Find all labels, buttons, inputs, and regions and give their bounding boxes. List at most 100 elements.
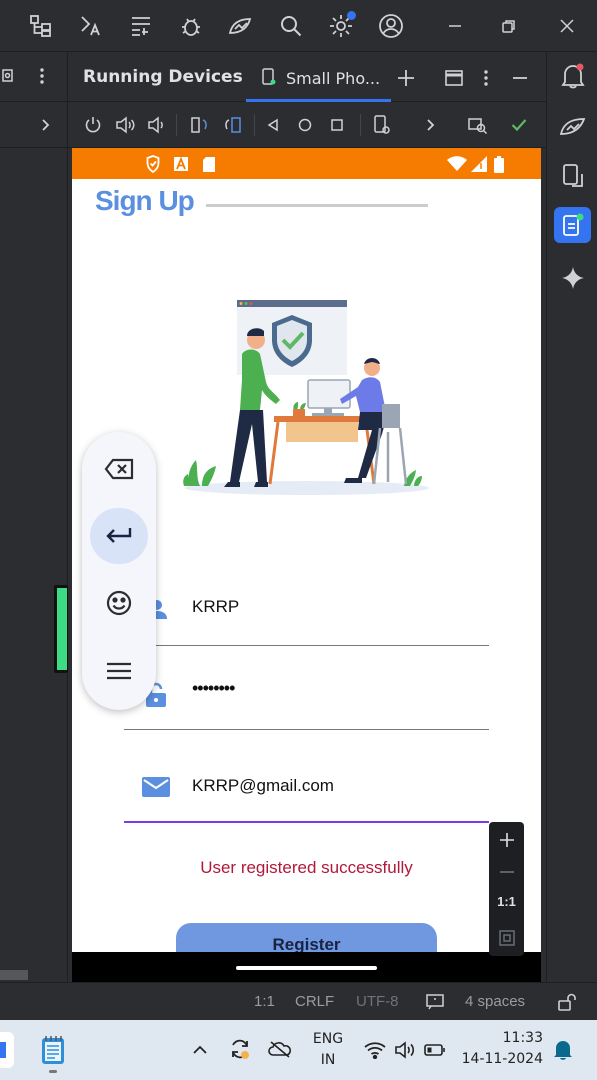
horizontal-scrollbar[interactable] bbox=[0, 970, 28, 980]
screen-search-icon[interactable] bbox=[466, 114, 490, 136]
android-a-status-icon bbox=[173, 155, 189, 173]
rotate-right-icon[interactable] bbox=[221, 114, 245, 136]
show-hidden-icons-chevron-icon[interactable] bbox=[188, 1038, 212, 1062]
left-tool-strip bbox=[0, 52, 68, 982]
battery-status-icon bbox=[492, 154, 506, 174]
device-tab-label: Small Pho... bbox=[286, 69, 381, 88]
account-icon[interactable] bbox=[376, 11, 406, 41]
floating-keyboard-toolbar bbox=[82, 432, 156, 710]
pin-icon[interactable] bbox=[0, 66, 16, 86]
debug-icon[interactable] bbox=[176, 11, 206, 41]
search-icon[interactable] bbox=[276, 11, 306, 41]
project-structure-icon[interactable] bbox=[26, 11, 56, 41]
running-devices-header: Running Devices Small Pho... bbox=[68, 52, 546, 102]
device-explorer-icon[interactable] bbox=[559, 162, 587, 190]
code-insight-icon[interactable] bbox=[424, 992, 446, 1012]
power-icon[interactable] bbox=[82, 114, 104, 136]
volume-up-icon[interactable] bbox=[113, 114, 137, 136]
line-ending[interactable]: CRLF bbox=[295, 983, 334, 1021]
keyboard-menu-icon[interactable] bbox=[102, 656, 136, 686]
backspace-icon[interactable] bbox=[102, 454, 136, 484]
partial-taskbar-app-icon[interactable] bbox=[0, 1032, 14, 1068]
language-indicator-top[interactable]: ENG bbox=[312, 1031, 344, 1047]
username-underline bbox=[124, 645, 489, 646]
password-field[interactable]: •••••••• bbox=[192, 678, 235, 699]
rotate-left-icon[interactable] bbox=[188, 114, 212, 136]
file-encoding[interactable]: UTF-8 bbox=[356, 983, 399, 1021]
clock-time[interactable]: 11:33 bbox=[460, 1030, 543, 1046]
ide-top-toolbar bbox=[0, 0, 597, 52]
settings-icon[interactable] bbox=[326, 11, 356, 41]
close-window-icon[interactable] bbox=[552, 11, 582, 41]
battery-icon[interactable] bbox=[423, 1038, 447, 1062]
app-quality-icon[interactable] bbox=[557, 112, 589, 140]
running-app-indicator bbox=[49, 1070, 57, 1073]
notepad-app-icon[interactable] bbox=[38, 1032, 68, 1068]
gesture-handle[interactable] bbox=[236, 966, 377, 970]
device-tab[interactable]: Small Pho... bbox=[246, 52, 391, 102]
device-settings-icon[interactable] bbox=[370, 114, 394, 136]
overview-nav-icon[interactable] bbox=[326, 114, 348, 136]
add-device-icon[interactable] bbox=[394, 66, 418, 90]
title-divider bbox=[206, 204, 428, 207]
onedrive-offline-icon[interactable] bbox=[267, 1036, 293, 1062]
panel-title: Running Devices bbox=[83, 67, 243, 87]
volume-icon[interactable] bbox=[393, 1038, 417, 1062]
register-button-label: Register bbox=[272, 935, 341, 952]
register-button[interactable]: Register bbox=[176, 923, 437, 952]
cell-signal-status-icon bbox=[470, 154, 490, 174]
right-tool-strip bbox=[546, 52, 597, 982]
running-devices-icon bbox=[560, 212, 586, 238]
profiler-icon[interactable] bbox=[226, 11, 256, 41]
unlock-icon[interactable] bbox=[556, 991, 578, 1013]
more-tools-chevron-icon[interactable] bbox=[420, 114, 442, 136]
emoji-icon[interactable] bbox=[102, 588, 136, 618]
volume-down-icon[interactable] bbox=[144, 114, 168, 136]
memory-indicator bbox=[54, 585, 68, 673]
zoom-in-icon[interactable] bbox=[489, 828, 524, 852]
language-indicator-bottom[interactable]: IN bbox=[312, 1052, 344, 1068]
zoom-actual-size[interactable]: 1:1 bbox=[489, 894, 524, 909]
more-options-icon[interactable] bbox=[30, 64, 54, 88]
panel-options-icon[interactable] bbox=[476, 66, 496, 90]
zoom-controls: 1:1 bbox=[489, 822, 524, 956]
android-status-bar bbox=[72, 148, 541, 179]
page-title: Sign Up bbox=[95, 185, 195, 216]
wifi-icon[interactable] bbox=[363, 1038, 387, 1062]
zoom-out-icon[interactable] bbox=[489, 860, 524, 884]
zoom-fit-icon[interactable] bbox=[489, 926, 524, 950]
back-nav-icon[interactable] bbox=[262, 114, 284, 136]
email-field[interactable]: KRRP@gmail.com bbox=[192, 776, 334, 796]
enter-icon bbox=[102, 522, 136, 550]
hide-panel-icon[interactable] bbox=[508, 66, 532, 90]
status-message: User registered successfully bbox=[200, 858, 413, 877]
email-icon bbox=[141, 775, 171, 799]
minimize-window-icon[interactable] bbox=[440, 11, 470, 41]
checkmark-icon[interactable] bbox=[508, 114, 530, 136]
sd-card-status-icon bbox=[201, 155, 217, 173]
phone-device-icon bbox=[260, 68, 278, 86]
notification-bell-icon[interactable] bbox=[550, 1037, 576, 1063]
device-toolbar bbox=[68, 102, 546, 148]
notifications-icon[interactable] bbox=[559, 62, 587, 90]
ide-status-bar: 1:1 CRLF UTF-8 4 spaces bbox=[0, 982, 597, 1020]
expand-right-icon[interactable] bbox=[36, 114, 56, 136]
cursor-position[interactable]: 1:1 bbox=[254, 983, 275, 1021]
running-devices-tool-button[interactable] bbox=[554, 207, 591, 243]
gemini-sparkle-icon[interactable] bbox=[559, 264, 587, 292]
wrap-text-icon[interactable] bbox=[126, 11, 156, 41]
sync-icon[interactable] bbox=[227, 1036, 253, 1062]
android-nav-bar bbox=[72, 952, 541, 982]
wifi-status-icon bbox=[446, 154, 468, 174]
password-underline bbox=[124, 729, 489, 730]
username-field[interactable]: KRRP bbox=[192, 597, 239, 617]
indent-setting[interactable]: 4 spaces bbox=[465, 983, 525, 1021]
windows-taskbar: ENG IN 11:33 14-11-2024 bbox=[0, 1020, 597, 1080]
restore-window-icon[interactable] bbox=[494, 11, 524, 41]
home-nav-icon[interactable] bbox=[294, 114, 316, 136]
window-layout-icon[interactable] bbox=[442, 66, 466, 90]
enter-key-highlight[interactable] bbox=[90, 508, 148, 564]
translate-icon[interactable] bbox=[76, 11, 106, 41]
clock-date[interactable]: 14-11-2024 bbox=[460, 1051, 543, 1067]
shield-status-icon bbox=[144, 154, 162, 174]
